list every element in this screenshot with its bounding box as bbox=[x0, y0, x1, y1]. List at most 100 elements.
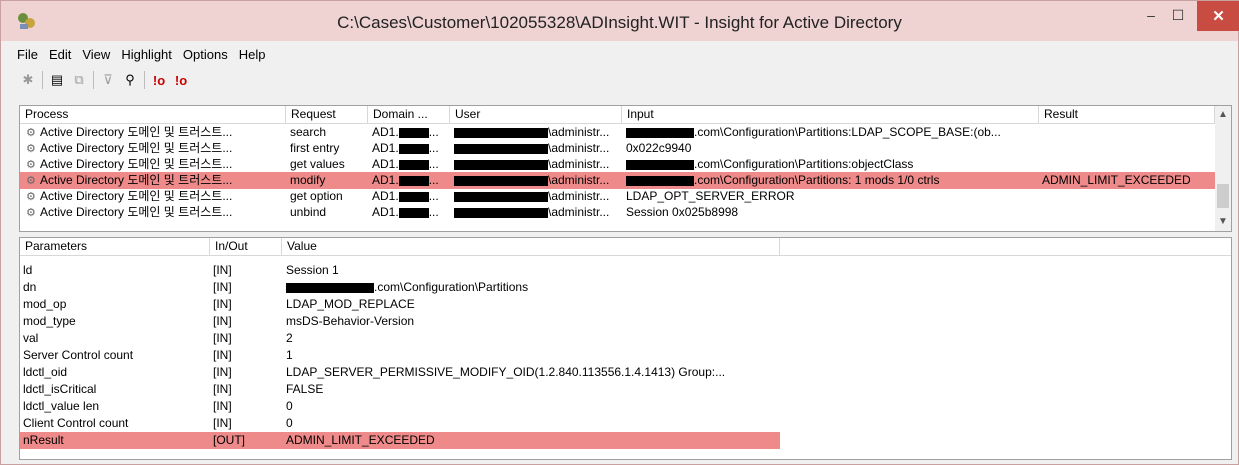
domain-ellipsis: ... bbox=[428, 173, 439, 187]
parameter-row[interactable]: ldctl_oid [IN] LDAP_SERVER_PERMISSIVE_MODI… bbox=[20, 364, 780, 381]
scroll-thumb[interactable] bbox=[1217, 184, 1229, 208]
user-cell: \administr... bbox=[454, 172, 622, 189]
process-icon: ⚙ bbox=[26, 191, 36, 203]
toolbar: ✱ ▤ ⧉ ⊽ ⚲ !o !o bbox=[17, 69, 192, 91]
col-user[interactable]: User bbox=[450, 106, 622, 123]
redaction-bar bbox=[398, 143, 429, 154]
parameter-row[interactable]: val [IN] 2 bbox=[20, 330, 780, 347]
redaction-bar bbox=[626, 175, 694, 186]
parameter-row[interactable]: Client Control count [IN] 0 bbox=[20, 415, 780, 432]
event-row[interactable]: ⚙ Active Directory 도메인 및 트러스트... first ent… bbox=[20, 140, 1215, 157]
domain-cell: AD1.... bbox=[372, 124, 450, 141]
menu-edit[interactable]: Edit bbox=[49, 47, 71, 65]
col-input[interactable]: Input bbox=[622, 106, 1039, 123]
scroll-up-icon[interactable]: ▲ bbox=[1215, 109, 1231, 120]
param-value: 1 bbox=[286, 347, 780, 364]
user-cell: \administr... bbox=[454, 140, 622, 157]
process-icon: ⚙ bbox=[26, 175, 36, 187]
domain-cell: AD1.... bbox=[372, 204, 450, 221]
param-inout: [IN] bbox=[213, 297, 232, 311]
details-pane[interactable]: Parameters In/Out Value ld [IN] Session 1 d… bbox=[19, 237, 1232, 460]
param-value-text: 0 bbox=[286, 399, 293, 413]
vertical-scrollbar[interactable]: ▲ ▼ bbox=[1215, 106, 1231, 231]
event-row[interactable]: ⚙ Active Directory 도메인 및 트러스트... unbind AD1… bbox=[20, 204, 1215, 221]
parameter-row[interactable]: ldctl_isCritical [IN] FALSE bbox=[20, 381, 780, 398]
input-cell: .com\Configuration\Partitions:LDAP_SCOPE… bbox=[626, 124, 1039, 141]
param-value-text: FALSE bbox=[286, 382, 324, 396]
maximize-button[interactable]: ☐ bbox=[1164, 1, 1192, 29]
parameter-row[interactable]: ldctl_value len [IN] 0 bbox=[20, 398, 780, 415]
redaction-bar bbox=[626, 159, 694, 170]
result-cell bbox=[1042, 188, 1215, 205]
process-label: Active Directory 도메인 및 트러스트... bbox=[40, 205, 233, 219]
menu-highlight[interactable]: Highlight bbox=[121, 47, 172, 65]
col-request[interactable]: Request bbox=[286, 106, 368, 123]
minimize-button[interactable]: – bbox=[1138, 1, 1164, 29]
input-cell: 0x022c9940 bbox=[626, 140, 1039, 157]
filter-icon[interactable]: ⊽ bbox=[97, 69, 119, 91]
title-bar[interactable]: C:\Cases\Customer\102055328\ADInsight.WI… bbox=[1, 1, 1239, 41]
col-parameters[interactable]: Parameters bbox=[20, 238, 210, 255]
scroll-down-icon[interactable]: ▼ bbox=[1215, 216, 1231, 227]
properties-icon[interactable]: ▤ bbox=[46, 69, 68, 91]
domain-ellipsis: ... bbox=[428, 157, 439, 171]
col-value[interactable]: Value bbox=[282, 238, 780, 255]
event-row[interactable]: ⚙ Active Directory 도메인 및 트러스트... get optio… bbox=[20, 188, 1215, 205]
parameter-row[interactable]: mod_op [IN] LDAP_MOD_REPLACE bbox=[20, 296, 780, 313]
col-result[interactable]: Result bbox=[1039, 106, 1215, 123]
param-name: ld bbox=[23, 263, 33, 277]
param-name: Server Control count bbox=[23, 348, 134, 362]
domain-cell: AD1.... bbox=[372, 172, 450, 189]
param-inout: [IN] bbox=[213, 382, 232, 396]
input-text: .com\Configuration\Partitions:objectClas… bbox=[694, 157, 914, 171]
menu-view[interactable]: View bbox=[82, 47, 110, 65]
find-icon[interactable]: ✱ bbox=[17, 69, 39, 91]
request-cell: get values bbox=[290, 157, 345, 171]
parameter-row[interactable]: mod_type [IN] msDS-Behavior-Version bbox=[20, 313, 780, 330]
user-text: \administr... bbox=[548, 141, 610, 155]
menu-file[interactable]: File bbox=[17, 47, 38, 65]
parameter-row[interactable]: Server Control count [IN] 1 bbox=[20, 347, 780, 364]
menu-bar: File Edit View Highlight Options Help bbox=[17, 47, 276, 65]
param-inout: [IN] bbox=[213, 348, 232, 362]
event-list[interactable]: Process Request Domain ... User Input Re… bbox=[19, 105, 1232, 232]
param-value: ADMIN_LIMIT_EXCEEDED bbox=[286, 432, 780, 449]
col-inout[interactable]: In/Out bbox=[210, 238, 282, 255]
clear-icon[interactable]: ⧉ bbox=[68, 69, 90, 91]
redaction-bar bbox=[626, 127, 694, 138]
param-value-text: Session 1 bbox=[286, 263, 339, 277]
param-value: 0 bbox=[286, 398, 780, 415]
input-text: .com\Configuration\Partitions: 1 mods 1/… bbox=[694, 173, 940, 187]
parameter-row[interactable]: nResult [OUT] ADMIN_LIMIT_EXCEEDED bbox=[20, 432, 780, 449]
param-value: 0 bbox=[286, 415, 780, 432]
menu-help[interactable]: Help bbox=[239, 47, 266, 65]
binoculars-icon[interactable]: ⚲ bbox=[119, 69, 141, 91]
input-text: LDAP_OPT_SERVER_ERROR bbox=[626, 189, 795, 203]
redaction-bar bbox=[454, 143, 548, 154]
param-name: ldctl_oid bbox=[23, 365, 68, 379]
highlight-error-icon[interactable]: !o bbox=[148, 69, 170, 91]
param-name: mod_type bbox=[23, 314, 76, 328]
event-row[interactable]: ⚙ Active Directory 도메인 및 트러스트... search AD1… bbox=[20, 124, 1215, 141]
domain-ellipsis: ... bbox=[428, 189, 439, 203]
event-row[interactable]: ⚙ Active Directory 도메인 및 트러스트... modify AD1… bbox=[20, 172, 1215, 189]
request-cell: unbind bbox=[290, 205, 327, 219]
event-row[interactable]: ⚙ Active Directory 도메인 및 트러스트... get value… bbox=[20, 156, 1215, 173]
highlight-error-2-icon[interactable]: !o bbox=[170, 69, 192, 91]
redaction-bar bbox=[454, 159, 548, 170]
parameter-row[interactable]: ld [IN] Session 1 bbox=[20, 262, 780, 279]
process-cell: ⚙ Active Directory 도메인 및 트러스트... bbox=[26, 172, 286, 189]
parameter-row[interactable]: dn [IN] .com\Configuration\Partitions bbox=[20, 279, 780, 296]
domain-cell: AD1.... bbox=[372, 188, 450, 205]
process-cell: ⚙ Active Directory 도메인 및 트러스트... bbox=[26, 156, 286, 173]
close-button[interactable]: ✕ bbox=[1197, 1, 1239, 31]
toolbar-separator bbox=[144, 71, 145, 89]
domain-text: AD1. bbox=[372, 205, 399, 219]
domain-ellipsis: ... bbox=[428, 125, 439, 139]
col-domain[interactable]: Domain ... bbox=[368, 106, 450, 123]
col-process[interactable]: Process bbox=[20, 106, 286, 123]
domain-text: AD1. bbox=[372, 189, 399, 203]
window-title: C:\Cases\Customer\102055328\ADInsight.WI… bbox=[337, 13, 902, 32]
menu-options[interactable]: Options bbox=[183, 47, 228, 65]
param-name: val bbox=[23, 331, 39, 345]
